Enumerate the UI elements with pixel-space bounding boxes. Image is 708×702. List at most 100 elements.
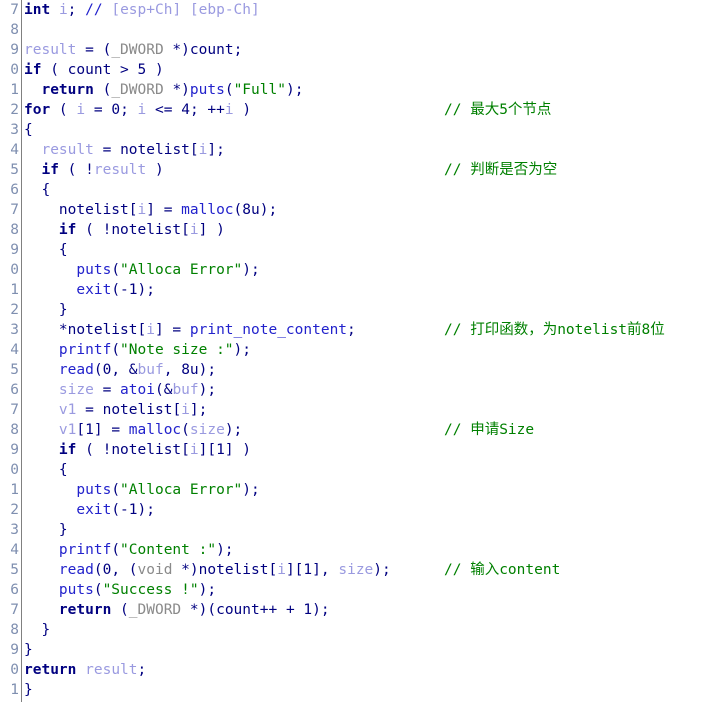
- token-str[interactable]: "Alloca Error": [120, 262, 242, 278]
- code-line[interactable]: 3{: [0, 120, 708, 140]
- token-plain[interactable]: , (: [111, 562, 137, 578]
- token-plain[interactable]: ;: [347, 322, 356, 338]
- token-var[interactable]: result: [24, 42, 76, 58]
- token-plain[interactable]: (: [111, 602, 129, 618]
- token-plain[interactable]: [: [138, 322, 147, 338]
- code-line[interactable]: 2 for ( i = 0; i <= 4; ++i )// 最大5个节点: [0, 100, 708, 120]
- code-line[interactable]: 0 {: [0, 460, 708, 480]
- inline-comment[interactable]: // 最大5个节点: [444, 100, 551, 120]
- code-text[interactable]: read(0, &buf, 8u);: [24, 360, 216, 380]
- token-plain[interactable]: [24, 602, 59, 618]
- token-plain[interactable]: ; ++: [190, 102, 225, 118]
- token-var[interactable]: result: [85, 662, 137, 678]
- token-plain[interactable]: }: [24, 302, 68, 318]
- token-plain[interactable]: (: [181, 422, 190, 438]
- token-var[interactable]: size: [190, 422, 225, 438]
- token-var[interactable]: size: [59, 382, 94, 398]
- code-line[interactable]: 1 exit(-1);: [0, 280, 708, 300]
- token-fn[interactable]: exit: [76, 282, 111, 298]
- token-num[interactable]: -1: [120, 282, 137, 298]
- token-plain[interactable]: ( !: [76, 442, 111, 458]
- token-plain[interactable]: *): [172, 562, 198, 578]
- token-plain[interactable]: );: [225, 422, 242, 438]
- token-plain[interactable]: *)(: [181, 602, 216, 618]
- token-var[interactable]: i: [190, 442, 199, 458]
- token-plain[interactable]: ] =: [94, 422, 129, 438]
- token-var[interactable]: buf: [172, 382, 198, 398]
- token-plain[interactable]: [: [190, 142, 199, 158]
- token-plain[interactable]: );: [199, 582, 216, 598]
- code-line-list[interactable]: 7 int i; // [esp+Ch] [ebp-Ch] 8 9 result = (…: [0, 0, 708, 700]
- token-plain[interactable]: [24, 482, 76, 498]
- token-fn[interactable]: printf: [59, 542, 111, 558]
- code-line[interactable]: 7 notelist[i] = malloc(8u);: [0, 200, 708, 220]
- token-num[interactable]: 1: [216, 442, 225, 458]
- token-plain[interactable]: [50, 2, 59, 18]
- token-plain[interactable]: );: [312, 602, 329, 618]
- token-fn[interactable]: puts: [59, 582, 94, 598]
- token-plain[interactable]: );: [199, 362, 216, 378]
- token-var[interactable]: result: [41, 142, 93, 158]
- token-plain[interactable]: ( !: [59, 162, 94, 178]
- token-plain[interactable]: =: [76, 402, 102, 418]
- token-cmtvar[interactable]: [esp+Ch] [ebp-Ch]: [103, 2, 259, 18]
- code-text[interactable]: printf("Note size :");: [24, 340, 251, 360]
- token-plain[interactable]: (: [225, 82, 234, 98]
- code-text[interactable]: {: [24, 120, 33, 140]
- token-plain[interactable]: [: [172, 402, 181, 418]
- token-plain[interactable]: =: [94, 382, 120, 398]
- inline-comment[interactable]: // 打印函数，为notelist前8位: [444, 320, 665, 340]
- code-text[interactable]: }: [24, 520, 68, 540]
- token-var[interactable]: i: [59, 2, 68, 18]
- token-plain[interactable]: [: [181, 222, 190, 238]
- token-plain[interactable]: [24, 442, 59, 458]
- token-fn[interactable]: //: [85, 2, 102, 18]
- code-text[interactable]: puts("Alloca Error");: [24, 260, 259, 280]
- token-plain[interactable]: notelist: [199, 562, 269, 578]
- token-plain[interactable]: [24, 262, 76, 278]
- token-plain[interactable]: =: [94, 142, 120, 158]
- token-plain[interactable]: notelist: [111, 222, 181, 238]
- token-plain[interactable]: notelist: [120, 142, 190, 158]
- token-plain[interactable]: ): [146, 162, 164, 178]
- token-kw[interactable]: if: [41, 162, 58, 178]
- code-line[interactable]: 5 read(0, &buf, 8u);: [0, 360, 708, 380]
- token-num[interactable]: 0: [111, 102, 120, 118]
- token-plain[interactable]: ] =: [155, 322, 190, 338]
- token-plain[interactable]: );: [242, 482, 259, 498]
- token-plain[interactable]: ;: [138, 662, 147, 678]
- token-num[interactable]: 5: [138, 62, 147, 78]
- token-plain[interactable]: [: [181, 442, 190, 458]
- token-var[interactable]: buf: [138, 362, 164, 378]
- token-plain[interactable]: );: [260, 202, 277, 218]
- token-num[interactable]: 1: [85, 422, 94, 438]
- token-plain[interactable]: ( !: [76, 222, 111, 238]
- token-plain[interactable]: );: [216, 542, 233, 558]
- pseudocode-view[interactable]: 7 int i; // [esp+Ch] [ebp-Ch] 8 9 result = (…: [0, 0, 708, 702]
- token-plain[interactable]: );: [234, 342, 251, 358]
- token-plain[interactable]: notelist: [68, 322, 138, 338]
- inline-comment[interactable]: // 申请Size: [444, 420, 534, 440]
- token-plain[interactable]: count: [190, 42, 234, 58]
- code-text[interactable]: return result;: [24, 660, 146, 680]
- token-plain[interactable]: (: [111, 502, 120, 518]
- token-var[interactable]: i: [225, 102, 234, 118]
- token-plain[interactable]: count: [68, 62, 112, 78]
- token-plain[interactable]: (&: [155, 382, 172, 398]
- code-line[interactable]: 8 v1[1] = malloc(size); // 申请Size: [0, 420, 708, 440]
- token-plain[interactable]: ][: [286, 562, 303, 578]
- token-fn[interactable]: puts: [76, 262, 111, 278]
- token-var[interactable]: i: [76, 102, 85, 118]
- code-text[interactable]: if ( !notelist[i] ): [24, 220, 225, 240]
- token-plain[interactable]: (: [111, 342, 120, 358]
- token-plain[interactable]: , &: [111, 362, 137, 378]
- token-type[interactable]: _DWORD: [129, 602, 181, 618]
- code-text[interactable]: }: [24, 680, 33, 700]
- token-fn[interactable]: atoi: [120, 382, 155, 398]
- token-fn[interactable]: printf: [59, 342, 111, 358]
- token-plain[interactable]: (: [94, 82, 112, 98]
- token-plain[interactable]: ] ): [199, 222, 225, 238]
- token-kw[interactable]: return: [41, 82, 93, 98]
- token-plain[interactable]: [24, 422, 59, 438]
- inline-comment[interactable]: // 判断是否为空: [444, 160, 557, 180]
